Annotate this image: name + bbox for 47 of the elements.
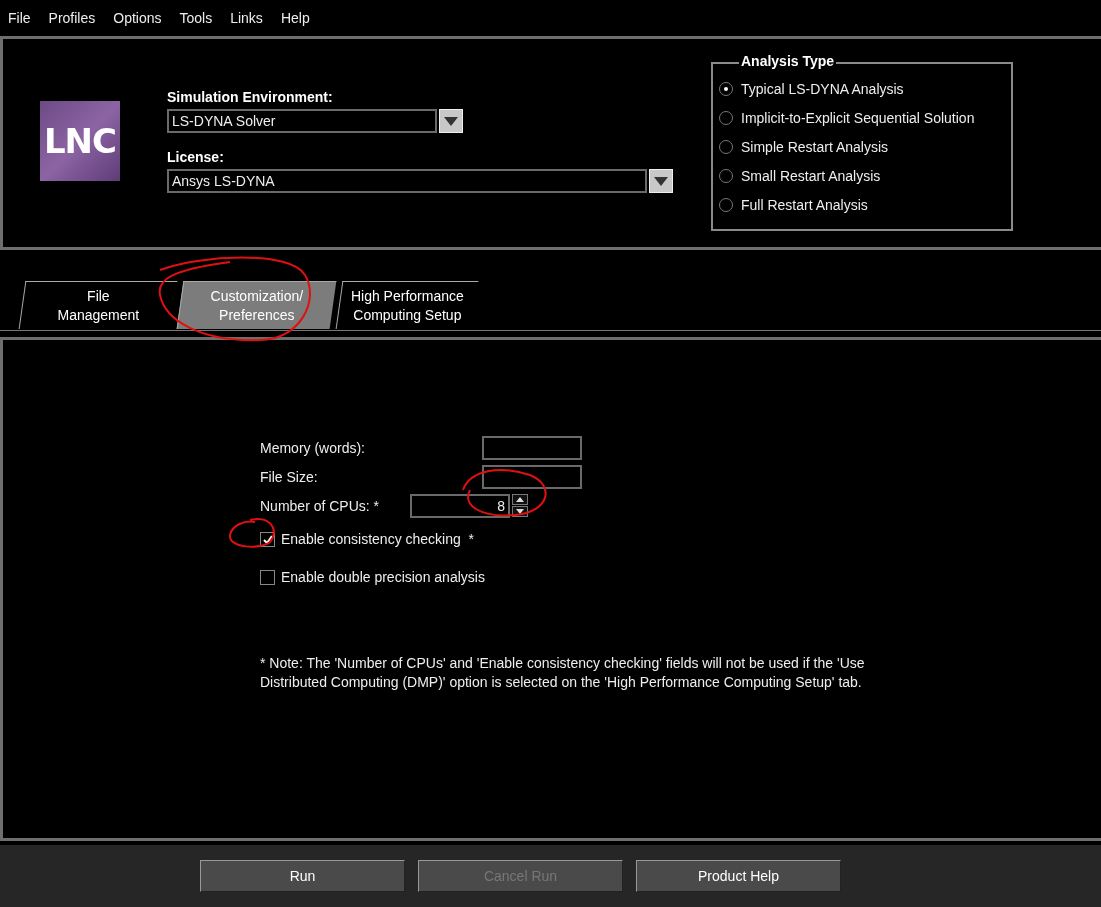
checkbox-label: Enable consistency checking * — [281, 531, 474, 547]
checkbox-label: Enable double precision analysis — [281, 569, 485, 585]
radio-option[interactable]: Implicit-to-Explicit Sequential Solution — [719, 103, 975, 132]
menu-item[interactable]: Profiles — [42, 6, 102, 30]
radio-label: Typical LS-DYNA Analysis — [741, 80, 904, 97]
tab[interactable]: Customization/ Preferences — [176, 281, 337, 329]
input-field[interactable] — [482, 464, 582, 489]
field-label: Memory (words): — [260, 439, 366, 456]
tab[interactable]: File Management — [18, 281, 178, 329]
radio-label: Small Restart Analysis — [741, 167, 881, 184]
dropdown-button[interactable] — [439, 109, 463, 133]
menu-item[interactable]: Links — [224, 6, 269, 30]
field-label: Simulation Environment: — [167, 89, 334, 105]
input-field[interactable] — [482, 435, 582, 460]
radio-option[interactable]: Simple Restart Analysis — [719, 132, 889, 161]
menu-item[interactable]: Help — [274, 6, 316, 30]
dropdown-field[interactable]: LS-DYNA Solver — [167, 109, 437, 133]
dropdown-arrow-icon — [654, 176, 668, 186]
number-field[interactable]: 8 — [410, 493, 510, 518]
dropdown-field[interactable]: Ansys LS-DYNA — [167, 169, 647, 193]
up-arrow-icon — [516, 497, 524, 502]
tab[interactable]: High Performance Computing Setup — [335, 281, 479, 329]
radio-label: Implicit-to-Explicit Sequential Solution — [741, 109, 975, 126]
field-label: Number of CPUs: * — [260, 497, 381, 514]
dropdown-arrow-icon — [444, 116, 458, 126]
radio-option[interactable]: Typical LS-DYNA Analysis — [719, 74, 904, 103]
increment-button[interactable] — [512, 494, 528, 505]
action-button[interactable]: Product Help — [636, 860, 841, 892]
radio-label: Simple Restart Analysis — [741, 138, 889, 155]
checkbox[interactable] — [260, 531, 275, 547]
logo: LNC — [40, 101, 120, 181]
note-text: * Note: The 'Number of CPUs' and 'Enable consistency checking' fields will not be used if the 'Use Distributed Computing (DMP)' option is selected on the 'High Performance Computing Setup' tab. — [260, 654, 866, 692]
field-label: File Size: — [260, 468, 319, 485]
action-button[interactable]: Run — [200, 860, 405, 892]
radio-option[interactable]: Full Restart Analysis — [719, 190, 868, 219]
menu-item[interactable]: File — [2, 6, 37, 30]
menu-item[interactable]: Options — [107, 6, 168, 30]
decrement-button[interactable] — [512, 506, 528, 517]
menu-item[interactable]: Tools — [173, 6, 219, 30]
dropdown-button[interactable] — [649, 169, 673, 193]
checkbox[interactable] — [260, 569, 275, 585]
check-icon — [262, 534, 273, 544]
radio-label: Full Restart Analysis — [741, 196, 868, 213]
group-title: Analysis Type — [739, 53, 837, 69]
radio-option[interactable]: Small Restart Analysis — [719, 161, 881, 190]
down-arrow-icon — [516, 509, 524, 514]
field-label: License: — [167, 149, 225, 165]
